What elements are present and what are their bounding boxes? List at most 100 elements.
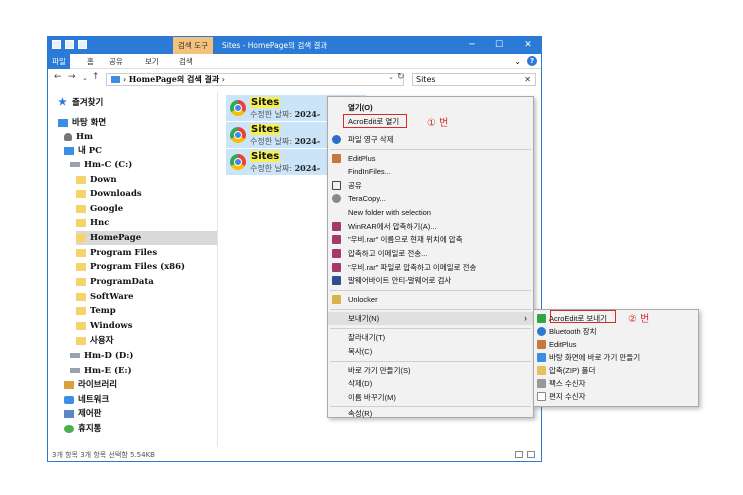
sendto-desktop-shortcut[interactable]: 바탕 화면에 바로 가기 만들기: [534, 351, 698, 364]
menu-item-permanent-delete[interactable]: 파일 영구 삭제: [328, 133, 533, 146]
nav-item-google[interactable]: Google: [76, 202, 123, 216]
folder-icon: [111, 76, 120, 83]
tab-file[interactable]: 파일: [48, 54, 70, 69]
menu-item-open[interactable]: 열기(O): [328, 101, 533, 114]
menu-item-teracopy[interactable]: TeraCopy...: [328, 192, 533, 205]
nav-item-down[interactable]: Down: [76, 173, 117, 187]
nav-item-this-pc[interactable]: 내 PC: [64, 144, 102, 158]
result-meta: 수정한 날짜: 2024-: [250, 163, 321, 173]
nav-item-drive-e[interactable]: Hm-E (E:): [70, 364, 132, 378]
nav-item-temp[interactable]: Temp: [76, 304, 116, 318]
minimize-button[interactable]: ─: [462, 37, 482, 54]
editplus-icon: [332, 154, 341, 163]
pane-divider[interactable]: [217, 92, 218, 447]
tab-view[interactable]: 보기: [145, 54, 159, 69]
menu-item-winrar-add[interactable]: WinRAR에서 압축하기(A)...: [328, 220, 533, 233]
folder-icon: [76, 336, 86, 345]
search-tools-tab[interactable]: 검색 도구: [173, 37, 213, 54]
menu-separator: [330, 328, 531, 329]
desktop-icon: [58, 118, 68, 127]
library-icon: [64, 380, 74, 389]
address-bar-row: ← → ⌄ ↑ › HomePage의 검색 결과 › ⌄ ↻ Sites ✕: [48, 70, 541, 88]
sendto-bluetooth[interactable]: Bluetooth 장치: [534, 325, 698, 338]
clear-search-icon[interactable]: ✕: [524, 74, 531, 85]
nav-item-libraries[interactable]: 라이브러리: [64, 378, 117, 392]
nav-item-program-files-x86[interactable]: Program Files (x86): [76, 260, 185, 274]
menu-item-share[interactable]: 공유: [328, 179, 533, 192]
network-icon: [64, 395, 74, 404]
menu-item-winrar-email[interactable]: 압축하고 이메일로 전송...: [328, 247, 533, 260]
nav-item-program-files[interactable]: Program Files: [76, 246, 157, 260]
winrar-icon: [332, 263, 341, 272]
back-button[interactable]: ←: [54, 72, 62, 82]
folder-icon: [76, 321, 86, 330]
nav-item-homepage[interactable]: HomePage: [76, 231, 217, 245]
computer-icon: [64, 146, 74, 155]
recycle-bin-icon: [64, 424, 74, 433]
menu-item-new-folder-selection[interactable]: New folder with selection: [328, 206, 533, 219]
nav-item-windows[interactable]: Windows: [76, 319, 133, 333]
desktop-icon: [537, 353, 546, 362]
address-dropdown-icon[interactable]: ⌄: [388, 73, 394, 81]
help-icon[interactable]: ?: [527, 56, 537, 66]
result-name: Sites: [250, 151, 281, 162]
user-icon: [64, 132, 72, 141]
nav-item-hnc[interactable]: Hnc: [76, 216, 109, 230]
properties-icon[interactable]: [65, 40, 74, 49]
menu-separator: [330, 309, 531, 310]
menu-item-unlocker[interactable]: Unlocker: [328, 293, 533, 306]
nav-item-downloads[interactable]: Downloads: [76, 187, 142, 201]
sendto-mail[interactable]: 편지 수신자: [534, 390, 698, 403]
tab-home[interactable]: 홈: [87, 54, 94, 69]
winrar-icon: [332, 222, 341, 231]
nav-item-recycle-bin[interactable]: 휴지통: [64, 422, 101, 436]
sendto-fax[interactable]: 팩스 수신자: [534, 377, 698, 390]
menu-item-send-to[interactable]: 보내기(N) ›: [328, 312, 533, 325]
nav-item-network[interactable]: 네트워크: [64, 393, 109, 407]
menu-item-editplus[interactable]: EditPlus: [328, 152, 533, 165]
nav-item-user[interactable]: Hm: [64, 130, 93, 144]
nav-item-software[interactable]: SoftWare: [76, 290, 134, 304]
maximize-button[interactable]: ☐: [489, 37, 509, 54]
refresh-icon[interactable]: ↻: [397, 72, 405, 82]
details-view-icon[interactable]: [515, 451, 523, 458]
menu-item-rename[interactable]: 이름 바꾸기(M): [328, 391, 533, 404]
large-icons-view-icon[interactable]: [527, 451, 535, 458]
menu-item-properties[interactable]: 속성(R): [328, 407, 533, 420]
sendto-zip-folder[interactable]: 압축(ZIP) 폴더: [534, 364, 698, 377]
address-field[interactable]: › HomePage의 검색 결과 ›: [106, 73, 404, 86]
nav-item-drive-d[interactable]: Hm-D (D:): [70, 349, 133, 363]
new-folder-icon[interactable]: [78, 40, 87, 49]
status-bar: 3개 항목 3개 항목 선택함 5.54KB: [48, 448, 541, 462]
menu-item-winrar-here[interactable]: "우비.rar" 이름으로 현재 위치에 압축: [328, 233, 533, 246]
folder-icon: [76, 218, 86, 227]
recent-locations-button[interactable]: ⌄: [82, 74, 88, 82]
nav-item-programdata[interactable]: ProgramData: [76, 275, 154, 289]
nav-item-users[interactable]: 사용자: [76, 334, 113, 348]
folder-icon: [76, 306, 86, 315]
forward-button[interactable]: →: [68, 72, 76, 82]
menu-item-malwarebytes[interactable]: 말웨어바이트 안티-말웨어로 검사: [328, 274, 533, 287]
nav-item-desktop[interactable]: 바탕 화면: [58, 116, 106, 130]
tab-share[interactable]: 공유: [109, 54, 123, 69]
tab-search[interactable]: 검색: [179, 54, 193, 69]
highlight-box: [550, 310, 616, 323]
ribbon-collapse-icon[interactable]: ⌄: [514, 57, 521, 66]
nav-item-control-panel[interactable]: 제어판: [64, 407, 101, 421]
chrome-icon: [230, 100, 246, 116]
menu-item-copy[interactable]: 복사(C): [328, 345, 533, 358]
sendto-editplus[interactable]: EditPlus: [534, 338, 698, 351]
malwarebytes-icon: [332, 276, 341, 285]
up-button[interactable]: ↑: [92, 72, 100, 82]
menu-item-findinfiles[interactable]: FindInFiles...: [328, 165, 533, 178]
menu-item-winrar-rar-email[interactable]: "우비.rar" 파일로 압축하고 이메일로 전송: [328, 261, 533, 274]
menu-item-create-shortcut[interactable]: 바로 가기 만들기(S): [328, 364, 533, 377]
nav-item-favorites[interactable]: ★ 즐겨찾기: [58, 96, 103, 110]
search-input[interactable]: Sites ✕: [412, 73, 536, 86]
menu-item-delete[interactable]: 삭제(D): [328, 377, 533, 390]
breadcrumb-current[interactable]: HomePage의 검색 결과: [129, 74, 220, 84]
close-button[interactable]: ✕: [518, 37, 538, 54]
delete-icon: [332, 135, 341, 144]
nav-item-drive-c[interactable]: Hm-C (C:): [70, 158, 132, 172]
menu-item-cut[interactable]: 잘라내기(T): [328, 331, 533, 344]
